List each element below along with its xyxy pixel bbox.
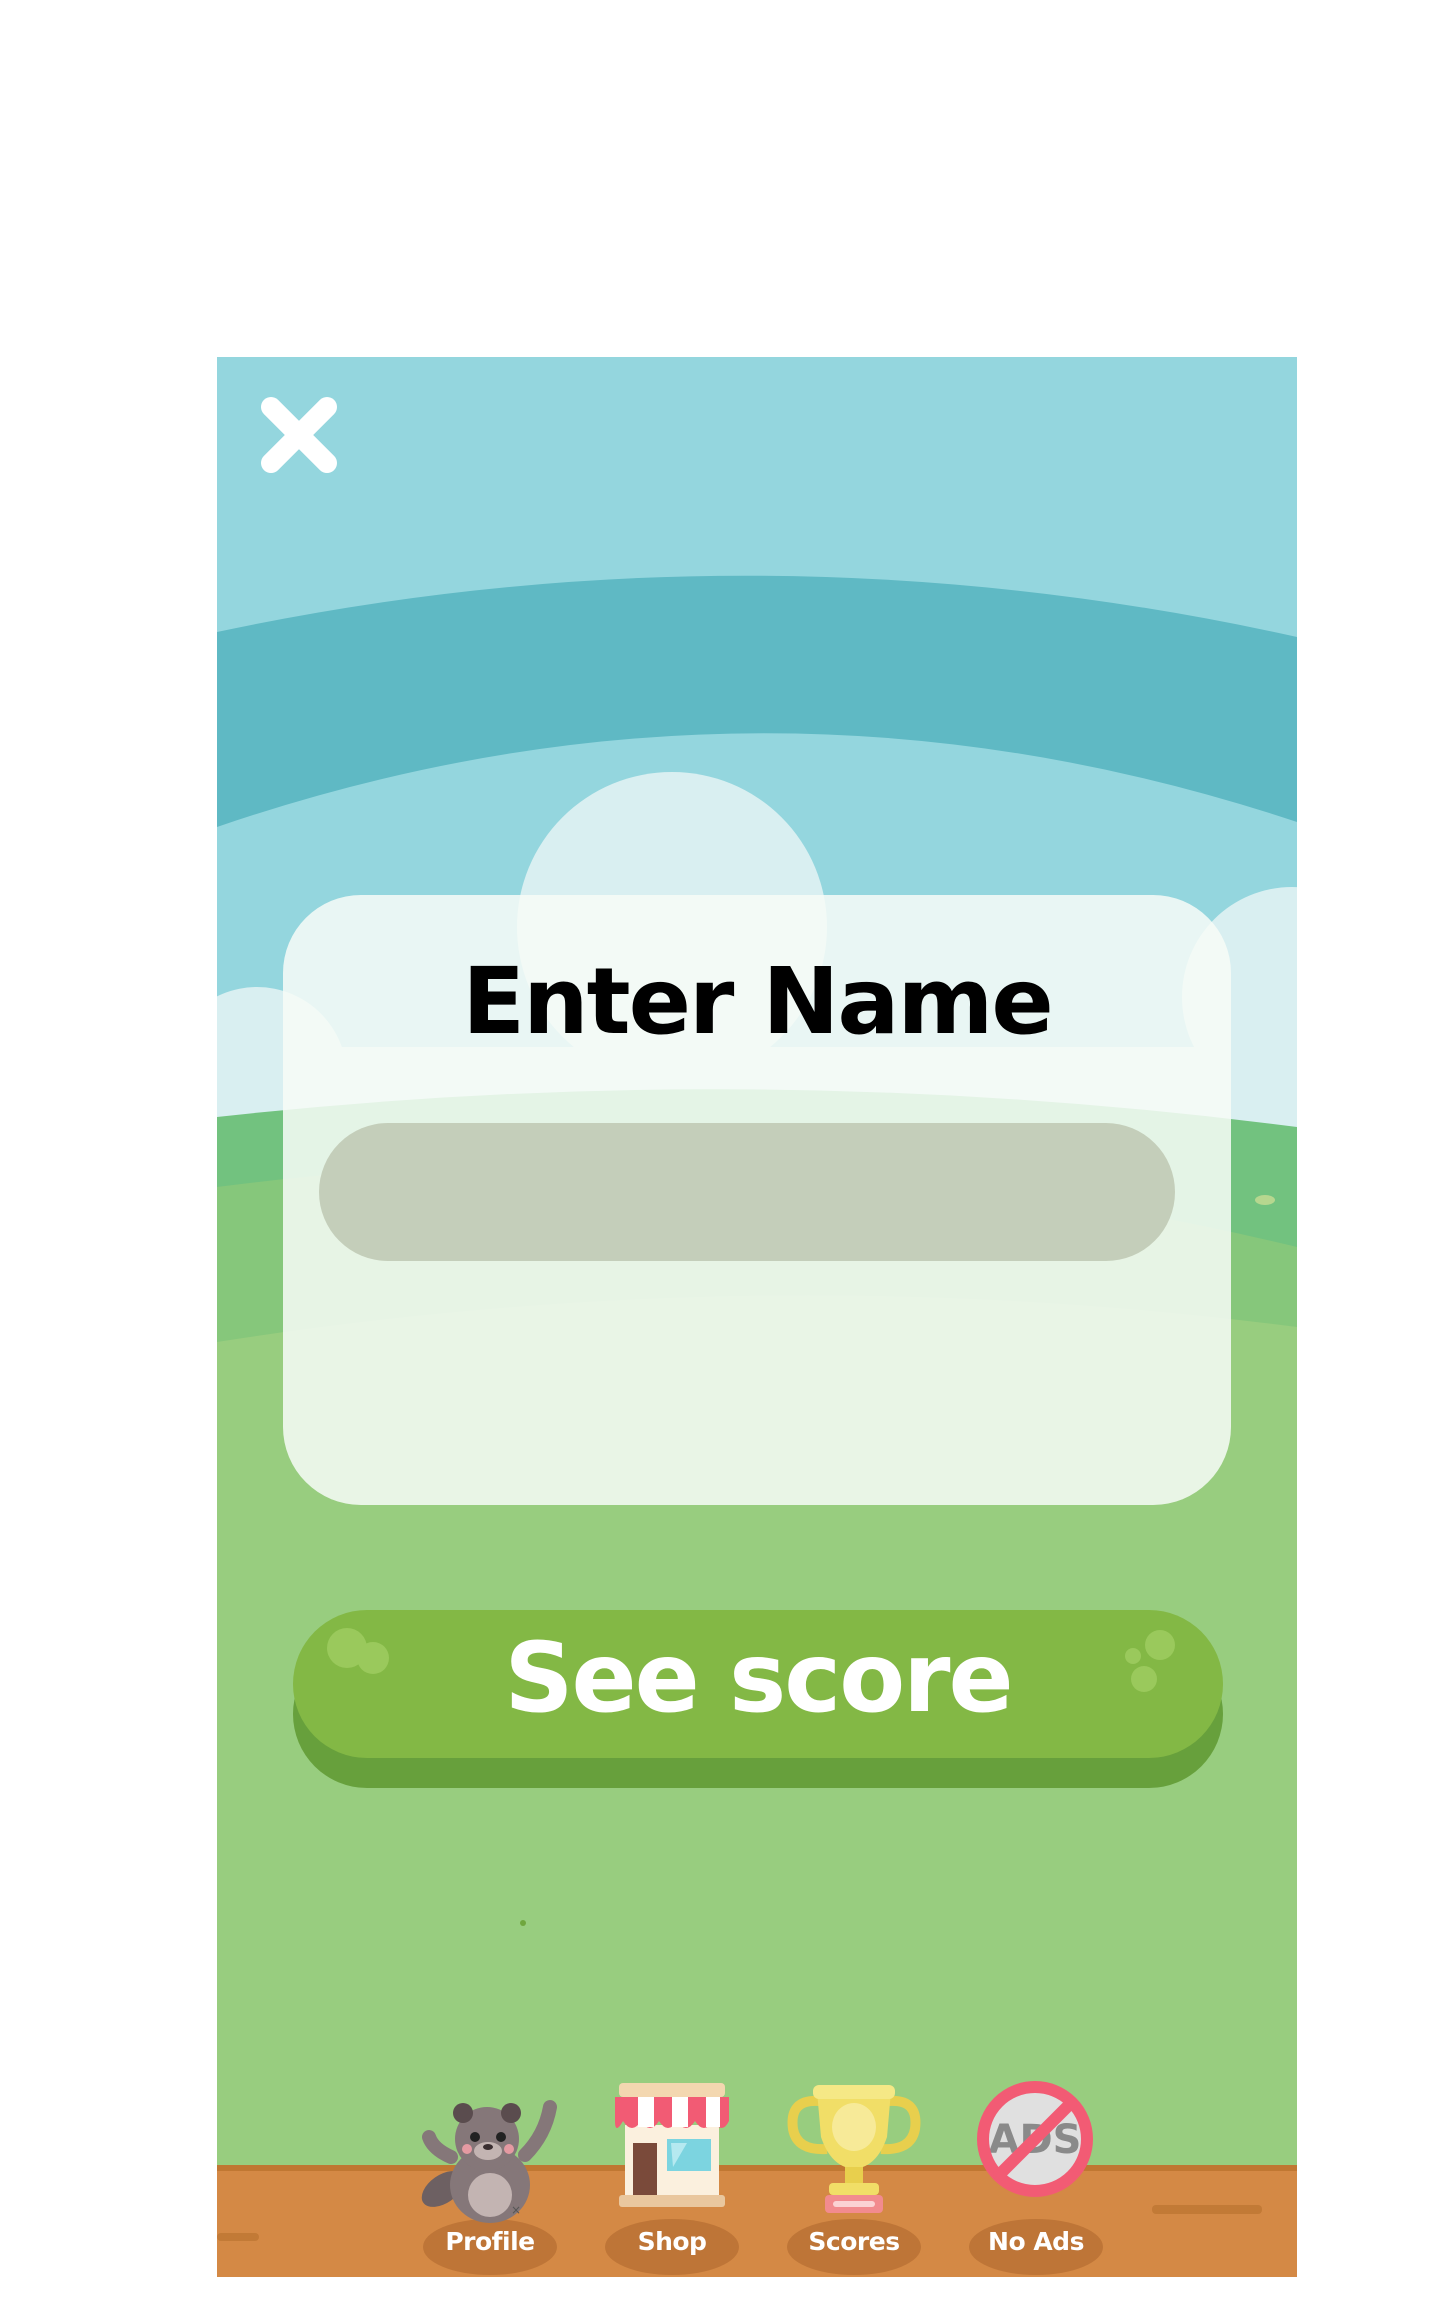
close-icon	[261, 397, 337, 473]
panel-title: Enter Name	[462, 948, 1053, 1055]
nav-item-shop[interactable]: Shop	[597, 2077, 747, 2277]
nav-label-shop: Shop	[637, 2227, 707, 2256]
nav-label-scores: Scores	[808, 2227, 900, 2256]
shop-icon	[615, 2083, 729, 2207]
name-input[interactable]	[319, 1123, 1175, 1261]
nav-item-no-ads[interactable]: ADS No Ads	[961, 2077, 1111, 2277]
close-button[interactable]	[257, 393, 341, 477]
svg-text:×: ×	[511, 2203, 521, 2217]
name-entry-panel: Enter Name	[283, 895, 1231, 1505]
see-score-label: See score	[504, 1622, 1013, 1734]
trophy-icon	[787, 2085, 921, 2213]
button-face: See score	[293, 1610, 1223, 1758]
no-ads-icon: ADS	[977, 2081, 1093, 2197]
nav-item-scores[interactable]: Scores	[779, 2077, 929, 2277]
game-screen: Enter Name See score × Profile Shop Scor…	[217, 357, 1297, 2277]
nav-label-no-ads: No Ads	[988, 2227, 1084, 2256]
bottom-nav: × Profile Shop Scores No Ads	[217, 2077, 1297, 2277]
beaver-icon: ×	[421, 2100, 557, 2223]
nav-item-profile[interactable]: × Profile	[415, 2077, 565, 2277]
see-score-button[interactable]: See score	[293, 1610, 1223, 1788]
nav-label-profile: Profile	[445, 2227, 535, 2256]
